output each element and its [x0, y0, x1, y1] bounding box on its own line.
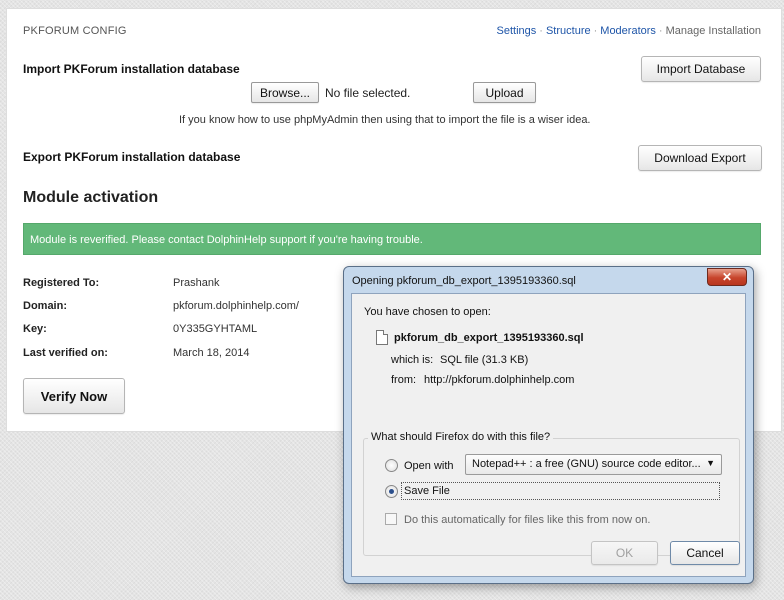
import-section-title: Import PKForum installation database [23, 62, 240, 76]
nav-separator: · [658, 25, 663, 37]
dialog-close-button[interactable]: ✕ [707, 268, 747, 286]
which-is-label: which is: [391, 354, 434, 366]
dialog-title: Opening pkforum_db_export_1395193360.sql [352, 275, 576, 287]
auto-action-checkbox[interactable] [385, 513, 397, 525]
nav-separator: · [539, 25, 543, 37]
from-value: http://pkforum.dolphinhelp.com [424, 374, 575, 386]
export-section-title: Export PKForum installation database [23, 150, 241, 164]
key-label: Key: [23, 323, 47, 335]
last-verified-value: March 18, 2014 [173, 347, 250, 359]
file-status-text: No file selected. [325, 86, 411, 100]
success-alert: Module is reverified. Please contact Dol… [23, 223, 761, 255]
cancel-button[interactable]: Cancel [670, 541, 740, 565]
import-database-button[interactable]: Import Database [641, 56, 761, 82]
upload-button[interactable]: Upload [473, 82, 536, 103]
browse-button[interactable]: Browse... [251, 82, 319, 103]
registered-to-label: Registered To: [23, 277, 100, 289]
verify-now-button[interactable]: Verify Now [23, 378, 125, 414]
open-with-label[interactable]: Open with [404, 460, 454, 472]
save-file-radio[interactable] [385, 485, 398, 498]
domain-value: pkforum.dolphinhelp.com/ [173, 300, 299, 312]
nav-separator: · [593, 25, 598, 37]
application-select-value: Notepad++ : a free (GNU) source code edi… [472, 458, 701, 470]
application-select[interactable]: Notepad++ : a free (GNU) source code edi… [465, 454, 722, 475]
nav-moderators-link[interactable]: Moderators [600, 25, 656, 37]
ok-button[interactable]: OK [591, 541, 658, 565]
key-value: 0Y335GYHTAML [173, 323, 258, 335]
open-with-radio[interactable] [385, 459, 398, 472]
nav-manage-installation: Manage Installation [665, 25, 761, 37]
save-file-label[interactable]: Save File [404, 485, 450, 497]
file-icon [376, 330, 388, 345]
action-question: What should Firefox do with this file? [368, 431, 554, 443]
from-label: from: [391, 374, 417, 386]
close-icon: ✕ [721, 270, 733, 284]
registered-to-value: Prashank [173, 277, 220, 289]
page-title: PKFORUM CONFIG [23, 25, 127, 37]
nav-settings-link[interactable]: Settings [497, 25, 537, 37]
nav-structure-link[interactable]: Structure [546, 25, 591, 37]
last-verified-label: Last verified on: [23, 347, 108, 359]
which-is-value: SQL file (31.3 KB) [440, 354, 529, 366]
dialog-filename: pkforum_db_export_1395193360.sql [394, 332, 584, 344]
chevron-down-icon: ▼ [706, 458, 715, 468]
module-activation-heading: Module activation [23, 189, 159, 206]
auto-action-label[interactable]: Do this automatically for files like thi… [404, 514, 650, 526]
download-export-button[interactable]: Download Export [638, 145, 762, 171]
chosen-to-open-text: You have chosen to open: [364, 306, 491, 318]
import-hint: If you know how to use phpMyAdmin then u… [179, 114, 591, 126]
domain-label: Domain: [23, 300, 67, 312]
dialog-body: You have chosen to open: pkforum_db_expo… [351, 293, 746, 577]
download-dialog: Opening pkforum_db_export_1395193360.sql… [343, 266, 754, 584]
top-nav: Settings · Structure · Moderators · Manage Ins… [497, 25, 761, 37]
